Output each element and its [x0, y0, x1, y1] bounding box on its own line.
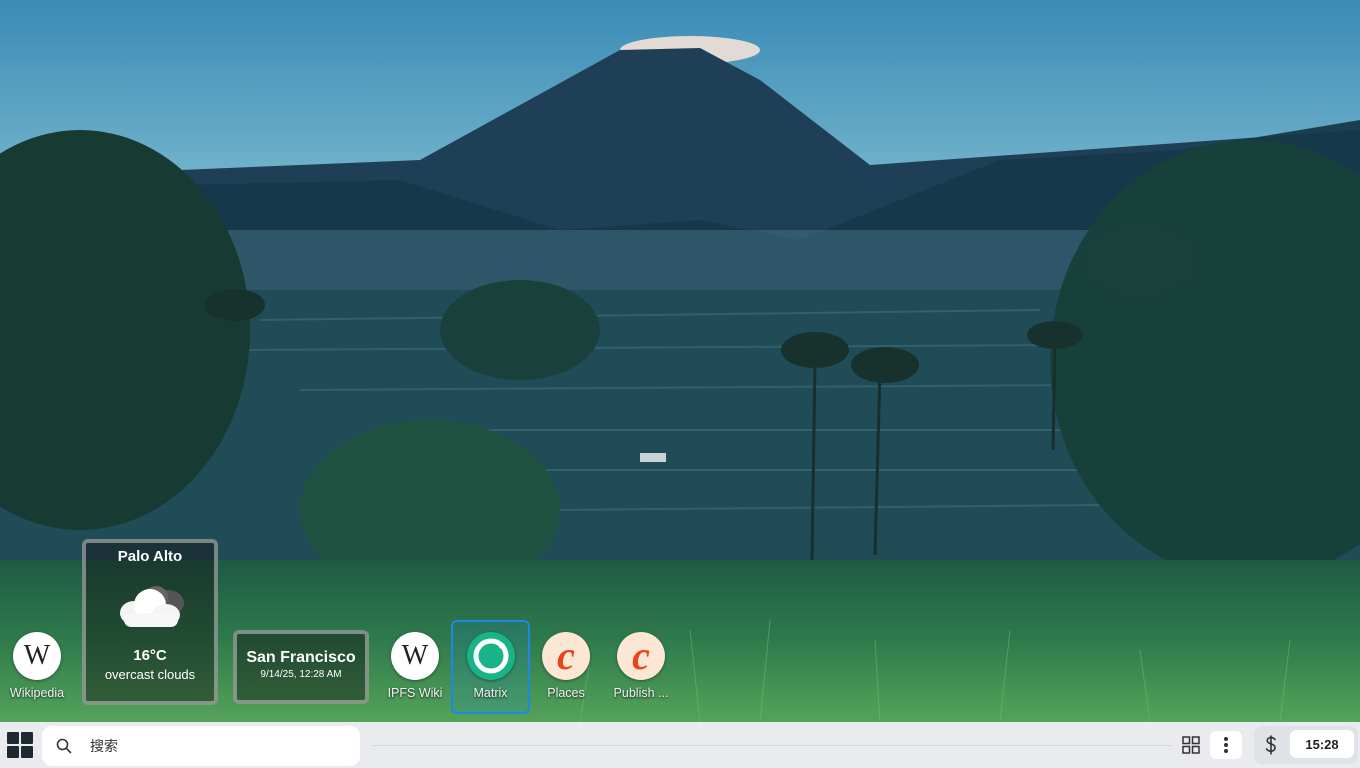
grid-start-icon	[7, 732, 33, 758]
app-wikipedia[interactable]: W Wikipedia	[2, 624, 72, 706]
search-box[interactable]	[42, 726, 360, 766]
places-icon: c	[542, 632, 590, 680]
menu-button[interactable]	[1210, 731, 1242, 759]
taskbar: 15:28	[0, 722, 1360, 768]
app-grid-button[interactable]	[1176, 731, 1206, 759]
weather-temperature: 16°C	[133, 647, 167, 664]
matrix-icon	[466, 632, 515, 680]
publish-icon: c	[617, 632, 665, 680]
app-places[interactable]: c Places	[531, 624, 601, 706]
weather-widget[interactable]: Palo Alto 16°C overcast clouds	[82, 539, 218, 705]
cloud-icon	[120, 586, 184, 627]
app-label: Publish ...	[613, 686, 669, 700]
app-publish[interactable]: c Publish ...	[606, 624, 676, 706]
search-icon	[56, 738, 72, 754]
weather-description: overcast clouds	[104, 667, 196, 682]
app-label: Places	[547, 686, 585, 700]
app-label: IPFS Wiki	[387, 686, 443, 700]
search-input[interactable]	[88, 735, 342, 759]
taskbar-divider	[372, 745, 1172, 746]
app-label: Wikipedia	[9, 686, 65, 700]
taskbar-clock[interactable]: 15:28	[1290, 730, 1354, 758]
wallet-button[interactable]	[1260, 734, 1282, 756]
world-clock-widget[interactable]: San Francisco 9/14/25, 12:28 AM	[233, 630, 369, 704]
system-tray: 15:28	[1254, 726, 1358, 764]
weather-city: Palo Alto	[117, 548, 183, 565]
more-vertical-icon	[1224, 737, 1228, 753]
start-button[interactable]	[4, 731, 36, 759]
clock-datetime: 9/14/25, 12:28 AM	[260, 669, 342, 680]
app-grid-icon	[1182, 736, 1200, 754]
wikipedia-icon: W	[391, 632, 439, 680]
dollar-icon	[1265, 735, 1276, 755]
app-label: Matrix	[473, 686, 508, 700]
clock-city: San Francisco	[246, 649, 356, 666]
desktop: W Wikipedia Palo Alto 16°C overcast clou…	[0, 0, 1360, 722]
app-matrix[interactable]: Matrix	[451, 620, 530, 714]
wikipedia-icon: W	[13, 632, 61, 680]
app-ipfs-wiki[interactable]: W IPFS Wiki	[380, 624, 450, 706]
